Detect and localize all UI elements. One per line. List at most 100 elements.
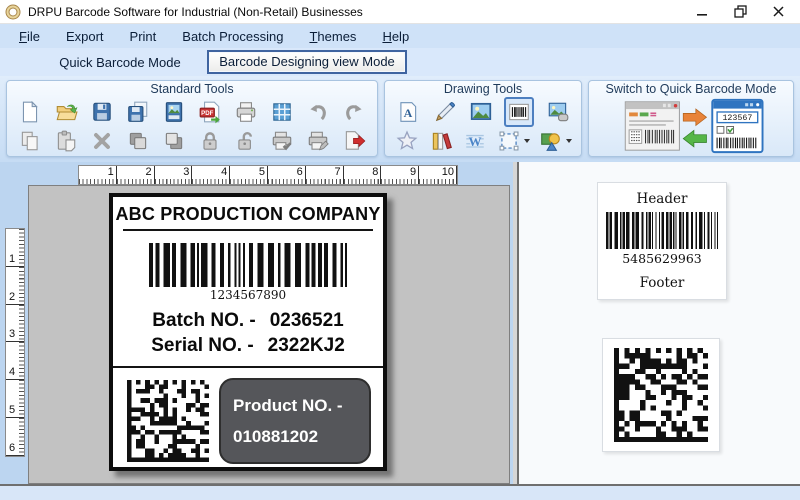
library-tool-icon — [432, 132, 452, 150]
unlock-button[interactable] — [233, 128, 259, 154]
star-shape-tool-button[interactable] — [394, 128, 420, 154]
pencil-tool-icon — [435, 101, 455, 121]
close-button[interactable] — [770, 4, 786, 20]
menu-themes[interactable]: Themes — [296, 26, 369, 47]
new-document-button[interactable] — [17, 99, 43, 125]
frame-tool-icon — [499, 131, 519, 150]
vertical-ruler: 123456 — [5, 228, 25, 457]
batch-number-text[interactable]: Batch NO. -0236521 — [113, 310, 383, 332]
lock-button[interactable] — [197, 128, 223, 154]
menu-print[interactable]: Print — [117, 26, 170, 47]
delete-icon — [94, 132, 110, 149]
horizontal-ruler: 1 2 3 4 5 6 7 8 9 10 — [78, 165, 458, 185]
show-grid-icon — [273, 102, 291, 121]
menu-file[interactable]: File — [6, 26, 53, 47]
toolbar: Standard Tools PDF Drawing Tools A W Swi… — [0, 76, 800, 162]
close-icon — [772, 6, 784, 17]
frame-tool-button[interactable] — [496, 128, 522, 154]
preview-header-text: Header — [636, 191, 688, 207]
shapes-tool-dropdown-icon[interactable] — [566, 138, 572, 143]
watermark-tool-icon: W — [466, 134, 484, 149]
frame-tool-dropdown-icon[interactable] — [524, 138, 530, 143]
unlock-icon — [238, 131, 252, 150]
export-pdf-button[interactable]: PDF — [197, 99, 223, 125]
page-setup-button[interactable] — [305, 128, 331, 154]
save-button[interactable] — [89, 99, 115, 125]
library-tool-button[interactable] — [428, 128, 454, 154]
delete-button[interactable] — [89, 128, 115, 154]
pencil-tool-button[interactable] — [432, 99, 458, 125]
restore-icon — [733, 5, 747, 18]
print-button[interactable] — [233, 99, 259, 125]
barcode-value-text: 1234567890 — [209, 288, 287, 302]
restore-button[interactable] — [732, 4, 748, 20]
copy-icon — [21, 131, 38, 150]
export-image-icon — [165, 101, 183, 122]
tab-quick-barcode-mode[interactable]: Quick Barcode Mode — [55, 55, 185, 70]
title-bar: DRPU Barcode Software for Industrial (No… — [0, 0, 800, 24]
barcode-preview-card: Header 5485629963 Footer — [597, 182, 727, 300]
print-preview-icon — [272, 131, 292, 150]
switch-mode-button[interactable]: 123567 — [589, 97, 793, 155]
menu-help[interactable]: Help — [369, 26, 422, 47]
exit-icon — [345, 130, 366, 150]
send-to-back-button[interactable] — [161, 128, 187, 154]
show-grid-button[interactable] — [269, 99, 295, 125]
mode-tab-row: Quick Barcode Mode Barcode Designing vie… — [0, 48, 800, 76]
datamatrix-preview-card — [602, 338, 720, 452]
switch-mode-graphic-icon: 123567 — [624, 98, 764, 154]
tab-barcode-designing-view-mode[interactable]: Barcode Designing view Mode — [207, 50, 407, 74]
svg-text:W: W — [468, 134, 481, 149]
copy-button[interactable] — [17, 128, 43, 154]
redo-button[interactable] — [341, 99, 367, 125]
shapes-tool-button[interactable] — [538, 128, 564, 154]
image-shape-tool-icon — [548, 102, 569, 121]
minimize-button[interactable] — [694, 4, 710, 20]
menu-bar: File Export Print Batch Processing Themes Hel… — [0, 24, 800, 48]
bring-to-front-icon — [129, 132, 147, 149]
undo-icon — [310, 104, 326, 120]
linear-barcode-object[interactable] — [149, 243, 347, 287]
exit-button[interactable] — [341, 128, 367, 154]
paste-button[interactable] — [53, 128, 79, 154]
shapes-tool-icon — [541, 132, 560, 151]
preview-footer-text: Footer — [639, 275, 685, 291]
save-as-button[interactable] — [125, 99, 151, 125]
watermark-tool-button[interactable]: W — [462, 128, 488, 154]
image-shape-tool-button[interactable] — [545, 99, 571, 125]
undo-button[interactable] — [305, 99, 331, 125]
export-image-button[interactable] — [161, 99, 187, 125]
paste-icon — [57, 130, 76, 151]
menu-export[interactable]: Export — [53, 26, 117, 47]
send-to-back-icon — [165, 132, 183, 149]
svg-text:PDF: PDF — [201, 109, 213, 116]
text-tool-button[interactable]: A — [395, 99, 421, 125]
bring-to-front-button[interactable] — [125, 128, 151, 154]
app-icon — [5, 4, 21, 19]
preview-panel: Header 5485629963 Footer — [517, 162, 800, 484]
design-canvas[interactable]: ABC PRODUCTION COMPANY 1234567890 Batch … — [28, 185, 510, 484]
print-icon — [236, 101, 256, 122]
save-icon — [93, 102, 111, 121]
preview-barcode-value: 5485629963 — [622, 251, 702, 266]
picture-tool-icon — [470, 102, 492, 120]
group-label: Standard Tools — [150, 82, 234, 96]
serial-number-text[interactable]: Serial NO. -2322KJ2 — [113, 335, 383, 357]
label-design-object[interactable]: ABC PRODUCTION COMPANY 1234567890 Batch … — [109, 193, 387, 471]
open-file-icon — [56, 104, 78, 120]
redo-icon — [346, 104, 362, 120]
group-drawing-tools: Drawing Tools A W — [384, 80, 582, 157]
print-preview-button[interactable] — [269, 128, 295, 154]
barcode-tool-button[interactable] — [504, 96, 535, 127]
datamatrix-barcode-object[interactable] — [127, 380, 209, 462]
barcode-tool-icon — [509, 103, 530, 120]
company-name-text[interactable]: ABC PRODUCTION COMPANY — [113, 204, 383, 225]
menu-batch-processing[interactable]: Batch Processing — [169, 26, 296, 47]
window-title: DRPU Barcode Software for Industrial (No… — [28, 4, 363, 19]
text-tool-icon: A — [400, 101, 417, 122]
product-number-box[interactable]: Product NO. - 010881202 — [219, 378, 371, 464]
open-file-button[interactable] — [53, 99, 79, 125]
group-label: Switch to Quick Barcode Mode — [605, 82, 777, 96]
status-bar — [0, 484, 800, 500]
picture-tool-button[interactable] — [468, 99, 494, 125]
